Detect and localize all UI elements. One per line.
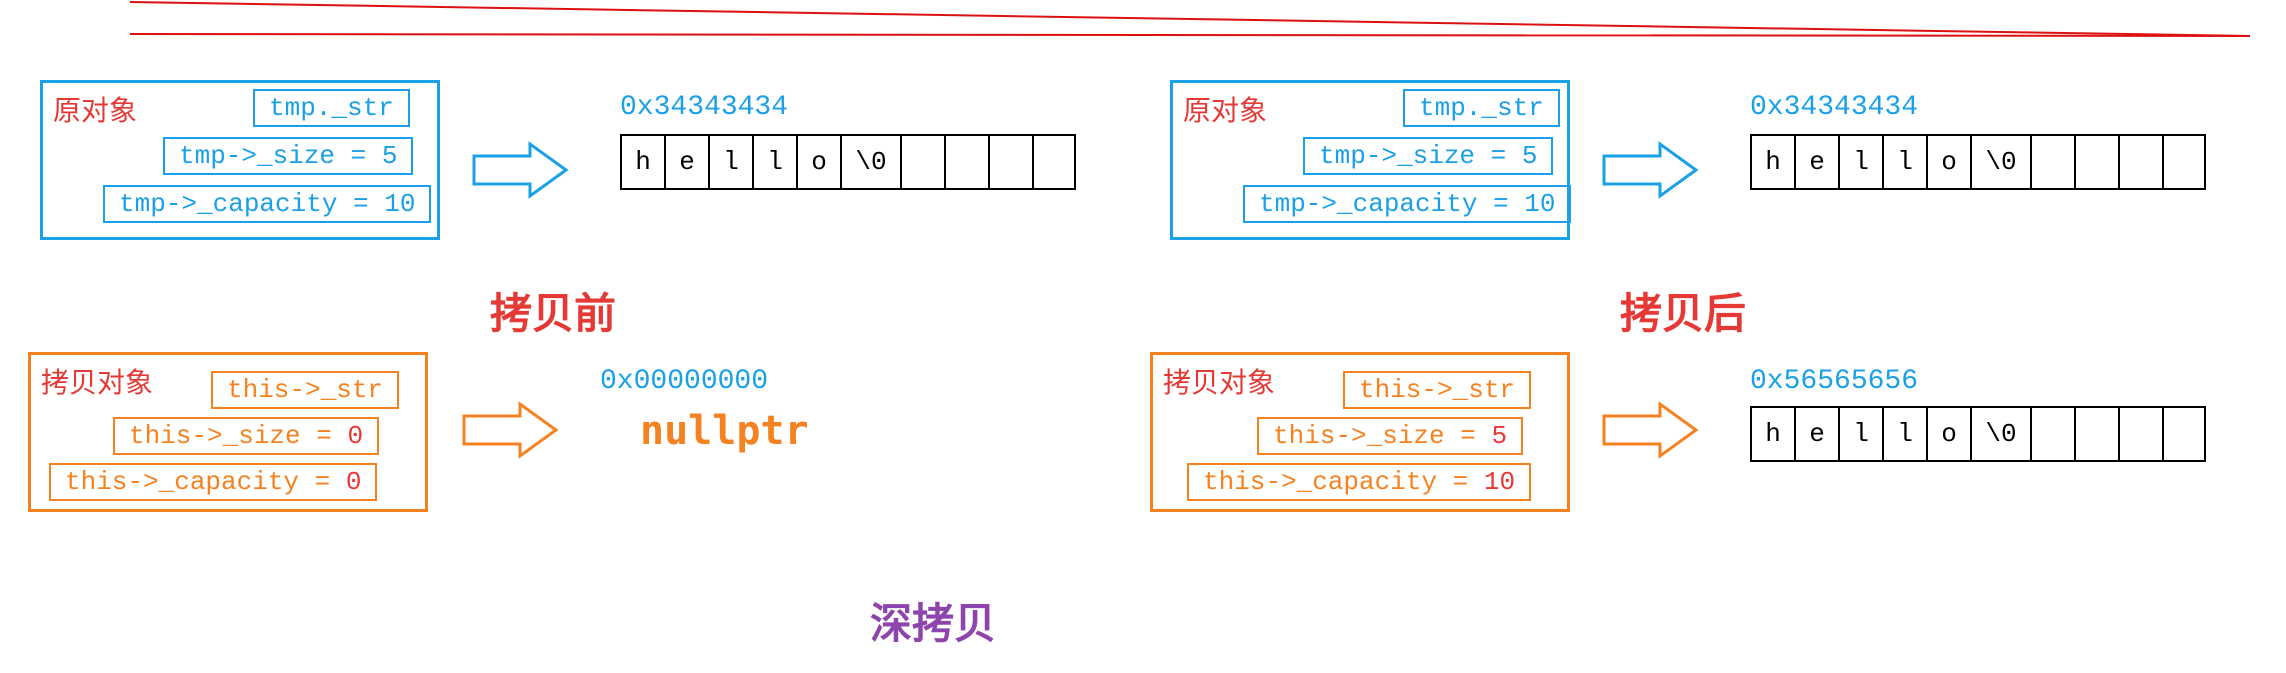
before-phase-label: 拷贝前	[490, 280, 616, 341]
before-copy-size: this->_size = 0	[113, 417, 379, 455]
mem-cell	[944, 134, 988, 190]
before-source-size: tmp->_size = 5	[163, 137, 413, 175]
mem-cell: \0	[1970, 406, 2030, 462]
after-copy-capacity-label: this->_capacity =	[1203, 467, 1484, 497]
mem-cell: o	[1926, 406, 1970, 462]
mem-cell: l	[1882, 406, 1926, 462]
after-source-memory: h e l l o \0	[1750, 134, 2206, 190]
before-copy-title: 拷贝对象	[41, 361, 153, 401]
before-copy-capacity-val: 0	[346, 467, 362, 497]
mem-cell	[2118, 134, 2162, 190]
after-source-size: tmp->_size = 5	[1303, 137, 1553, 175]
decor-red-lines	[130, 0, 2260, 56]
mem-cell	[2162, 406, 2206, 462]
mem-cell: \0	[1970, 134, 2030, 190]
mem-cell	[1032, 134, 1076, 190]
after-source-arrow-icon	[1600, 140, 1700, 200]
mem-cell: h	[1750, 134, 1794, 190]
before-source-memory: h e l l o \0	[620, 134, 1076, 190]
mem-cell	[900, 134, 944, 190]
before-copy-str: this->_str	[211, 371, 399, 409]
diagram-title: 深拷贝	[870, 590, 996, 651]
mem-cell: l	[752, 134, 796, 190]
after-copy-capacity-val: 10	[1484, 467, 1515, 497]
mem-cell: e	[1794, 134, 1838, 190]
after-phase-label: 拷贝后	[1620, 280, 1746, 341]
after-copy-box: 拷贝对象 this->_str this->_size = 5 this->_c…	[1150, 352, 1570, 512]
after-copy-title: 拷贝对象	[1163, 361, 1275, 401]
mem-cell: o	[1926, 134, 1970, 190]
mem-cell: l	[1838, 406, 1882, 462]
after-copy-capacity: this->_capacity = 10	[1187, 463, 1531, 501]
after-source-str: tmp._str	[1403, 89, 1560, 127]
before-copy-arrow-icon	[460, 400, 560, 460]
before-source-addr: 0x34343434	[620, 92, 788, 123]
mem-cell	[2030, 134, 2074, 190]
after-copy-addr: 0x56565656	[1750, 366, 1918, 397]
before-copy-capacity: this->_capacity = 0	[49, 463, 377, 501]
before-copy-capacity-label: this->_capacity =	[65, 467, 346, 497]
after-copy-memory: h e l l o \0	[1750, 406, 2206, 462]
before-source-title: 原对象	[53, 89, 137, 129]
mem-cell	[2074, 406, 2118, 462]
mem-cell	[2074, 134, 2118, 190]
before-source-arrow-icon	[470, 140, 570, 200]
after-copy-arrow-icon	[1600, 400, 1700, 460]
before-source-box: 原对象 tmp._str tmp->_size = 5 tmp->_capaci…	[40, 80, 440, 240]
before-copy-box: 拷贝对象 this->_str this->_size = 0 this->_c…	[28, 352, 428, 512]
after-source-addr: 0x34343434	[1750, 92, 1918, 123]
after-source-title: 原对象	[1183, 89, 1267, 129]
mem-cell: l	[708, 134, 752, 190]
mem-cell: e	[1794, 406, 1838, 462]
before-copy-addr: 0x00000000	[600, 366, 768, 397]
mem-cell: o	[796, 134, 840, 190]
after-source-capacity: tmp->_capacity = 10	[1243, 185, 1571, 223]
before-copy-size-label: this->_size =	[129, 421, 347, 451]
mem-cell: e	[664, 134, 708, 190]
before-copy-nullptr: nullptr	[640, 408, 809, 454]
mem-cell: h	[620, 134, 664, 190]
mem-cell: l	[1882, 134, 1926, 190]
before-source-capacity: tmp->_capacity = 10	[103, 185, 431, 223]
after-copy-str: this->_str	[1343, 371, 1531, 409]
before-copy-size-val: 0	[347, 421, 363, 451]
mem-cell: l	[1838, 134, 1882, 190]
mem-cell	[988, 134, 1032, 190]
before-source-str: tmp._str	[253, 89, 410, 127]
after-source-box: 原对象 tmp._str tmp->_size = 5 tmp->_capaci…	[1170, 80, 1570, 240]
mem-cell	[2162, 134, 2206, 190]
after-copy-size-val: 5	[1491, 421, 1507, 451]
mem-cell	[2030, 406, 2074, 462]
mem-cell: h	[1750, 406, 1794, 462]
mem-cell: \0	[840, 134, 900, 190]
mem-cell	[2118, 406, 2162, 462]
after-copy-size-label: this->_size =	[1273, 421, 1491, 451]
after-copy-size: this->_size = 5	[1257, 417, 1523, 455]
